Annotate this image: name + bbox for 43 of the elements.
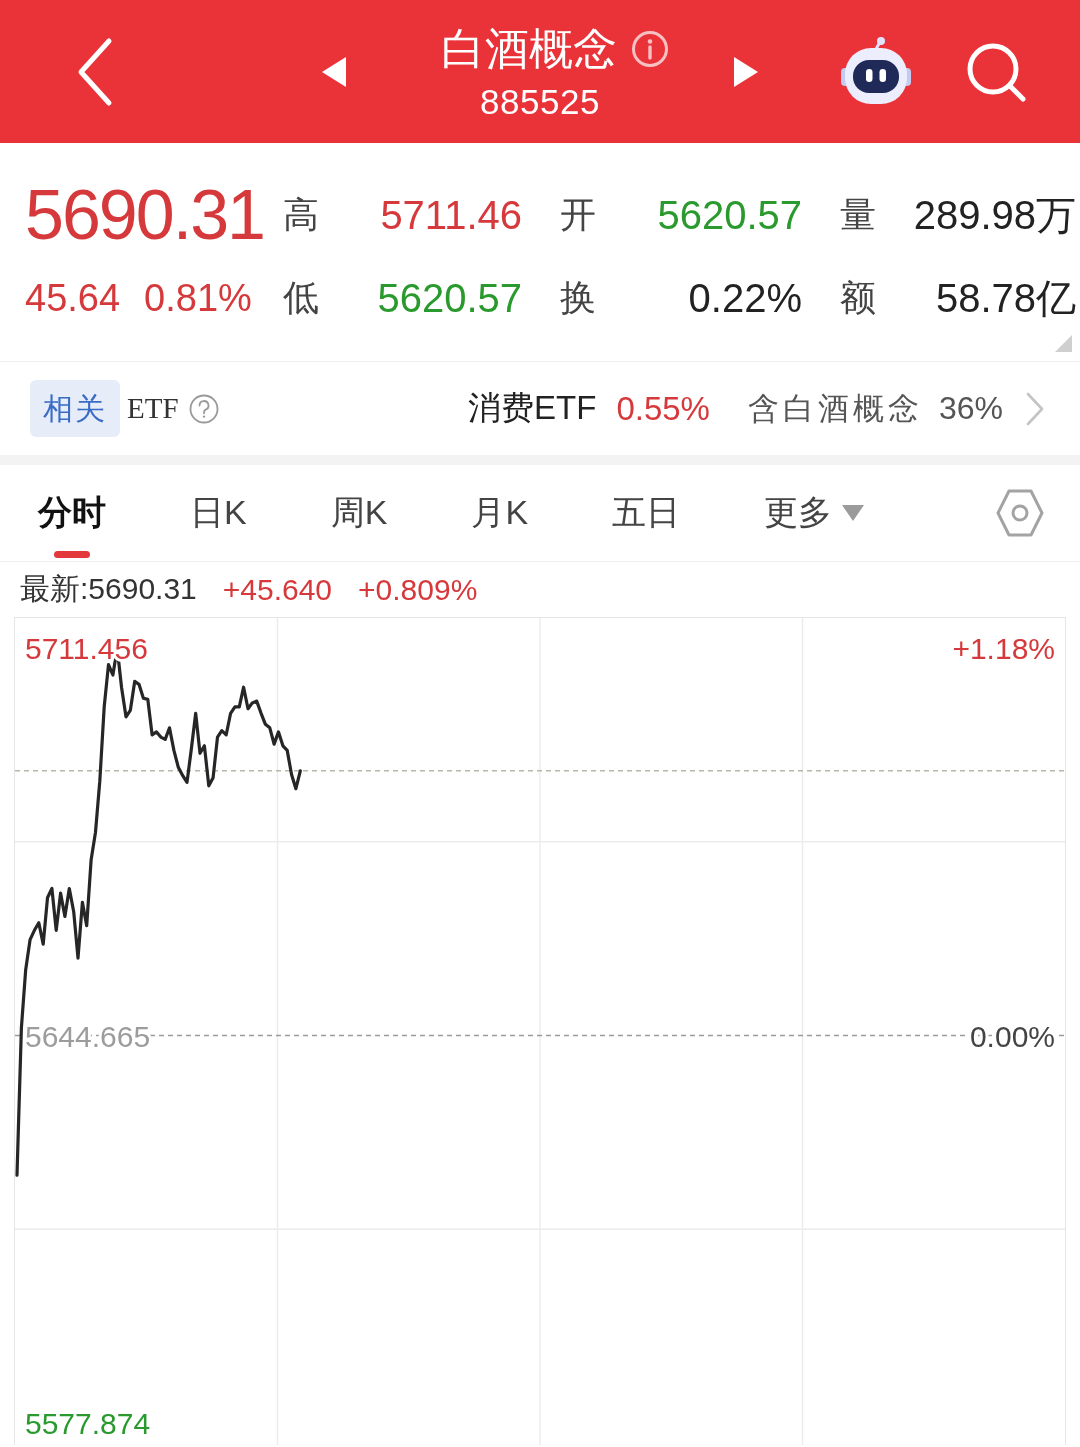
percent-change: 0.81% [144, 276, 252, 321]
settings-icon[interactable] [995, 488, 1045, 538]
holding-label: 含白酒概念 [747, 389, 923, 428]
holding-share: 36% [938, 390, 1003, 427]
change-percent: +0.809% [358, 572, 478, 607]
axis-label: 0.00% [969, 1019, 1055, 1053]
last-price: 5690.31 [25, 175, 266, 255]
chart-tab[interactable]: 日K [190, 465, 247, 561]
latest-price: 最新:5690.31 [20, 571, 197, 607]
right-triangle-icon[interactable] [734, 56, 758, 87]
change-value: +45.640 [222, 572, 333, 607]
page-title: 白酒概念 [441, 22, 617, 75]
chart-tab[interactable]: 周K [330, 465, 388, 561]
stat-value: 5711.46 [379, 192, 522, 238]
stat-label: 开 [559, 193, 597, 237]
axis-label: 5577.874 [25, 1407, 151, 1440]
axis-label: +1.18% [952, 632, 1055, 665]
stat-label: 量 [839, 193, 877, 237]
price-change: 45.64 [25, 276, 121, 321]
stat-label: 高 [283, 193, 320, 237]
chart-tab[interactable]: 更多 [764, 465, 865, 561]
axis-label: 5644.665 [25, 1019, 151, 1053]
caret-down-icon [842, 505, 865, 521]
stat-value: 5620.57 [376, 275, 522, 321]
related-tag: 相关 [30, 380, 120, 437]
chart-tab[interactable]: 五日 [612, 465, 681, 561]
etf-name[interactable]: 消费ETF [468, 386, 597, 431]
stat-label: 额 [839, 276, 877, 320]
axis-label: 5711.456 [25, 632, 148, 665]
left-triangle-icon[interactable] [322, 56, 346, 87]
stat-label: 换 [559, 276, 597, 320]
stat-label: 低 [283, 276, 320, 320]
chart-tab[interactable]: 月K [471, 465, 529, 561]
stat-value: 0.22% [687, 275, 802, 321]
stat-value: 5620.57 [656, 192, 802, 238]
info-icon[interactable] [631, 29, 669, 68]
question-circle-icon[interactable] [188, 393, 219, 424]
chart-tab[interactable]: 分时 [38, 465, 106, 561]
index-code: 885525 [480, 81, 600, 122]
stat-value: 58.78亿 [934, 275, 1076, 321]
etf-label: ETF [127, 392, 179, 425]
etf-change: 0.55% [616, 389, 710, 428]
stat-value: 289.98万 [912, 192, 1076, 238]
